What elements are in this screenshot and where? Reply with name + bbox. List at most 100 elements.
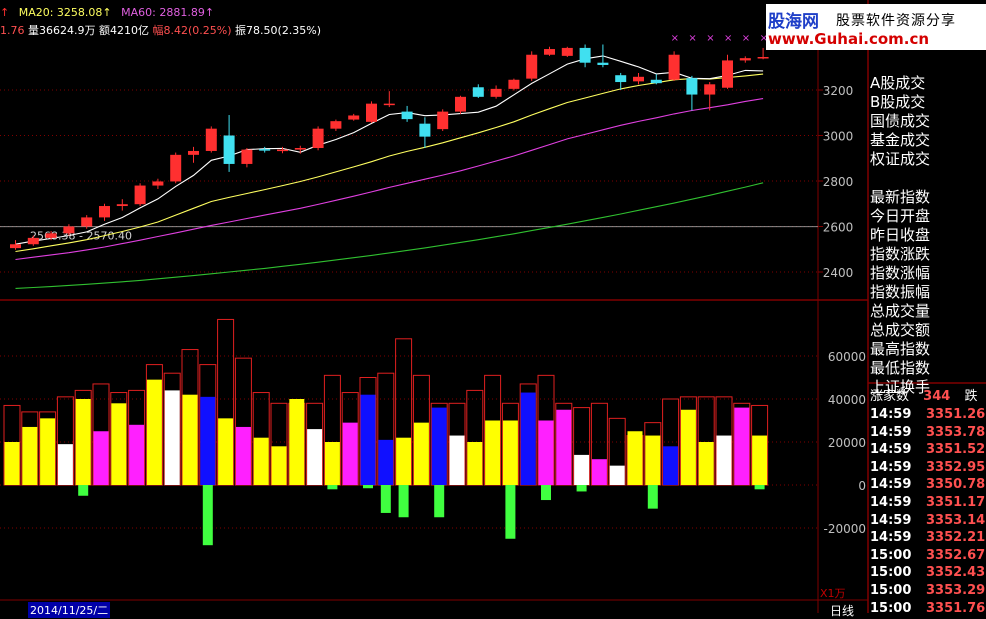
tick-row[interactable]: 15:00 3351.76 xyxy=(870,600,986,618)
ma5-line xyxy=(15,55,764,245)
rise-count: 344 xyxy=(923,389,951,404)
sidebar-separator xyxy=(870,169,986,188)
sidebar-field-label: 昨日收盘 xyxy=(870,226,931,244)
volume-fill-bar xyxy=(200,396,216,485)
candle-up xyxy=(152,181,164,186)
candle-up xyxy=(10,244,21,249)
candle-up xyxy=(508,79,520,89)
volume-negative-bar xyxy=(505,485,516,539)
sidebar-field-label: 指数振幅 xyxy=(870,283,931,301)
candle-up xyxy=(455,96,466,112)
volume-stat: 量36624.9万 xyxy=(28,24,96,37)
candle-down xyxy=(650,79,662,84)
price-axis-label: 2400 xyxy=(823,266,854,280)
volume-fill-bar xyxy=(289,399,305,485)
tick-row[interactable]: 14:59 3352.95 xyxy=(870,459,986,477)
volume-scale-label: X1万 xyxy=(820,587,846,600)
tick-time: 14:59 xyxy=(870,442,912,458)
candle-up xyxy=(27,237,39,245)
candle-up xyxy=(312,128,324,149)
volume-fill-bar xyxy=(431,407,447,485)
guhai-logo[interactable]: 股海网 股票软件资源分享 www.Guhai.com.cn xyxy=(766,4,986,50)
volume-fill-bar xyxy=(235,426,251,485)
tick-price: 3353.14 xyxy=(926,512,986,528)
sidebar-field-label: 指数涨跌 xyxy=(870,245,931,263)
ma20-label: MA20: 3258.08↑ xyxy=(18,6,112,19)
tick-row[interactable]: 14:59 3352.21 xyxy=(870,529,986,547)
candle-up xyxy=(170,154,182,182)
signal-marker: × xyxy=(724,33,732,44)
candle-down xyxy=(615,75,627,83)
candle-up xyxy=(722,60,733,88)
candle-up xyxy=(205,128,217,151)
volume-fill-bar xyxy=(716,435,732,485)
signal-marker: × xyxy=(742,33,750,44)
volume-fill-bar xyxy=(93,431,109,485)
sidebar-field-label: 最新指数 xyxy=(870,188,931,206)
volume-fill-bar xyxy=(182,394,198,485)
candle-up xyxy=(277,149,288,152)
volume-fill-bar xyxy=(609,465,625,485)
tick-row[interactable]: 14:59 3350.78 xyxy=(870,476,986,494)
tick-price: 3351.26 xyxy=(926,407,986,422)
tick-row[interactable]: 14:59 3353.78 xyxy=(870,424,986,442)
volume-fill-bar xyxy=(413,422,429,485)
tick-row[interactable]: 14:59 3351.17 xyxy=(870,494,986,512)
index-field-list: A股成交 B股成交 国债成交 基金成交 权证成交 最新指数 今日开盘 昨日收盘 指数涨跌 指数涨幅… xyxy=(870,74,986,397)
sidebar-field-label: 权证成交 xyxy=(870,150,931,168)
tick-time: 15:00 xyxy=(870,600,912,616)
volume-fill-bar xyxy=(680,409,696,485)
volume-negative-bar xyxy=(202,485,213,546)
candle-up xyxy=(383,103,395,106)
sidebar-field-label: 最低指数 xyxy=(870,359,931,377)
period-label[interactable]: 日线 xyxy=(830,602,854,619)
volume-fill-bar xyxy=(146,379,162,485)
volume-axis-label: 60000 xyxy=(828,350,866,364)
volume-fill-bar xyxy=(591,459,607,485)
sidebar-field-label: 指数涨幅 xyxy=(870,264,931,282)
volume-axis-label: 20000 xyxy=(828,436,866,450)
tick-price: 3352.21 xyxy=(926,530,986,546)
volume-negative-bar xyxy=(434,485,445,518)
volume-fill-bar xyxy=(574,454,590,485)
candle-up xyxy=(526,54,538,79)
price-axis-label: 2600 xyxy=(823,221,854,235)
ma-indicator-row: ↑ MA20: 3258.08↑ MA60: 2881.89↑ xyxy=(0,6,215,19)
candle-up xyxy=(437,111,449,130)
candle-up xyxy=(348,115,360,120)
tick-price: 3351.17 xyxy=(926,494,986,510)
tick-row[interactable]: 15:00 3352.43 xyxy=(870,564,986,582)
tick-time: 14:59 xyxy=(870,512,912,528)
signal-marker: × xyxy=(706,33,714,44)
volume-fill-bar xyxy=(40,418,56,485)
volume-fill-bar xyxy=(627,431,643,485)
candle-up xyxy=(668,54,680,80)
kline-chart[interactable]: 3200 3000 2800 2600 2400 60000 40000 20000 0 -200… xyxy=(0,0,986,613)
candle-down xyxy=(223,135,235,164)
candle-down xyxy=(419,123,431,137)
tick-row[interactable]: 15:00 3352.67 xyxy=(870,547,986,565)
price-axis-label: 3000 xyxy=(823,130,854,144)
volume-axis-label: 0 xyxy=(858,479,866,493)
candle-up xyxy=(116,204,128,207)
tick-row[interactable]: 14:59 3351.26 xyxy=(870,406,986,424)
volume-fill-bar xyxy=(111,403,127,485)
tick-list[interactable]: 14:59 3351.26 14:59 3353.78 14:59 3351.52 14:5… xyxy=(870,406,986,617)
candle-up xyxy=(704,84,716,95)
volume-fill-bar xyxy=(520,392,536,485)
tick-time: 15:00 xyxy=(870,582,912,598)
signal-marker: × xyxy=(671,33,679,44)
volume-fill-bar xyxy=(502,420,518,485)
candle-up xyxy=(134,185,146,205)
volume-fill-bar xyxy=(324,442,340,485)
logo-slogan: 股票软件资源分享 xyxy=(836,13,956,29)
tick-time: 14:59 xyxy=(870,477,912,493)
tick-row[interactable]: 14:59 3351.52 xyxy=(870,441,986,459)
volume-fill-bar xyxy=(360,394,376,485)
tick-row[interactable]: 15:00 3353.29 xyxy=(870,582,986,600)
sidebar-field-label: 基金成交 xyxy=(870,131,931,149)
volume-negative-bar xyxy=(78,485,89,496)
tick-row[interactable]: 14:59 3353.14 xyxy=(870,512,986,530)
volume-negative-bar xyxy=(363,485,373,489)
candle-down xyxy=(472,87,484,97)
